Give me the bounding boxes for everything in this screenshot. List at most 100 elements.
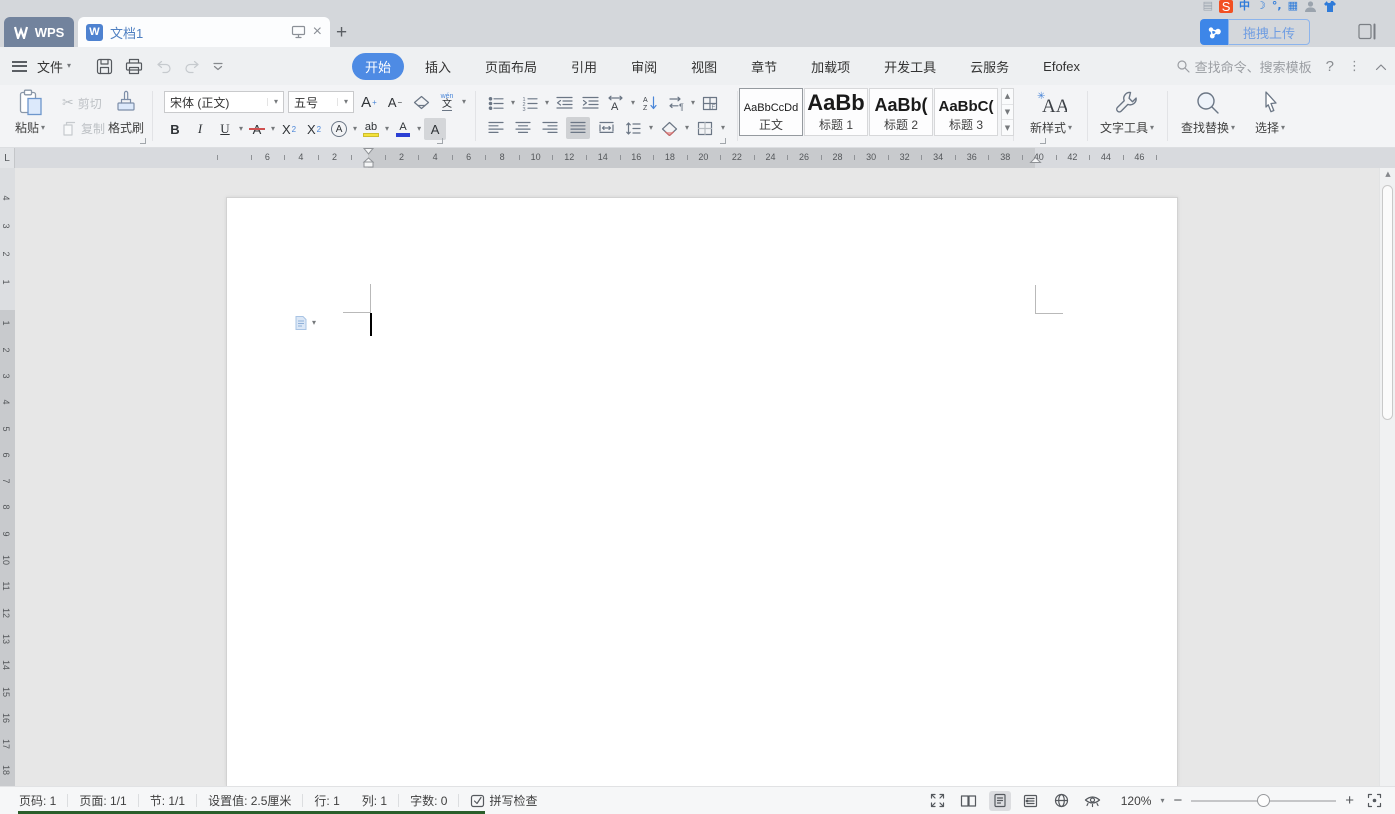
zoom-slider[interactable] xyxy=(1191,800,1336,802)
ink-icon[interactable]: ▤ xyxy=(1203,0,1213,13)
close-tab-icon[interactable]: × xyxy=(313,23,322,41)
punctuation-icon[interactable]: °, xyxy=(1272,0,1282,13)
strikethrough-button[interactable]: A xyxy=(246,118,268,140)
bold-button[interactable]: B xyxy=(164,118,186,140)
shading-dropdown[interactable]: ▾ xyxy=(685,124,689,132)
text-effects-button[interactable]: A xyxy=(328,118,350,140)
line-spacing-dropdown[interactable]: ▾ xyxy=(649,124,653,132)
web-view-icon[interactable] xyxy=(1051,791,1073,811)
shading-button[interactable] xyxy=(658,117,680,139)
vertical-ruler[interactable]: 432112345678910111213141516171819 xyxy=(0,168,15,786)
window-layout-icon[interactable] xyxy=(1357,22,1377,44)
zoom-out-button[interactable]: − xyxy=(1173,792,1182,809)
paragraph-dialog-launcher[interactable] xyxy=(720,138,726,144)
help-button[interactable]: ? xyxy=(1326,58,1334,75)
menu-tab-引用[interactable]: 引用 xyxy=(558,53,610,80)
screen-share-icon[interactable] xyxy=(291,25,306,39)
distribute-button[interactable] xyxy=(595,117,617,139)
bullets-dropdown[interactable]: ▾ xyxy=(511,99,515,107)
align-right-button[interactable] xyxy=(539,117,561,139)
numbering-dropdown[interactable]: ▾ xyxy=(545,99,549,107)
font-color-dropdown[interactable]: ▾ xyxy=(417,125,421,133)
italic-button[interactable]: I xyxy=(189,118,211,140)
style-scroll-down-icon[interactable]: ▼ xyxy=(1002,105,1013,121)
zoom-dropdown[interactable]: ▾ xyxy=(1160,797,1164,805)
borders-dropdown[interactable]: ▾ xyxy=(721,124,725,132)
align-left-button[interactable] xyxy=(485,117,507,139)
page-view-icon[interactable] xyxy=(989,791,1011,811)
cut-button[interactable]: ✂ 剪切 xyxy=(60,93,104,113)
style-scroll-up-icon[interactable]: ▲ xyxy=(1002,89,1013,105)
format-painter-button[interactable]: 格式刷 xyxy=(104,89,148,136)
spellcheck-button[interactable]: 拼写检查 xyxy=(459,792,548,809)
line-spacing-button[interactable] xyxy=(622,117,644,139)
first-line-indent-marker[interactable] xyxy=(360,148,377,168)
customize-toolbar-icon[interactable] xyxy=(212,61,224,71)
char-scale-button[interactable]: A xyxy=(605,92,627,114)
status-item[interactable]: 列: 1 xyxy=(351,792,398,809)
numbering-button[interactable]: 123 xyxy=(519,92,541,114)
tab-stop-selector[interactable]: L xyxy=(0,148,15,168)
print-button[interactable] xyxy=(124,57,144,76)
menu-tab-审阅[interactable]: 审阅 xyxy=(618,53,670,80)
status-item[interactable]: 页面: 1/1 xyxy=(68,792,137,809)
superscript-button[interactable]: X2 xyxy=(278,118,300,140)
shrink-font-button[interactable]: A− xyxy=(384,91,406,113)
char-scale-dropdown[interactable]: ▾ xyxy=(631,99,635,107)
select-button[interactable]: 选择▾ xyxy=(1247,90,1293,136)
style-gallery-more-icon[interactable]: ▼ xyxy=(1002,120,1013,135)
soft-keyboard-icon[interactable]: ▦ xyxy=(1288,0,1298,13)
more-options-icon[interactable]: ⋮ xyxy=(1348,59,1361,74)
eye-protection-icon[interactable] xyxy=(1082,791,1104,811)
pinyin-dropdown[interactable]: ▾ xyxy=(462,98,466,106)
menu-tab-开发工具[interactable]: 开发工具 xyxy=(871,53,949,80)
menu-tab-Efofex[interactable]: Efofex xyxy=(1030,55,1093,78)
command-search[interactable]: 查找命令、搜索模板 xyxy=(1176,57,1312,76)
paste-button[interactable]: 粘贴▾ xyxy=(8,89,52,136)
style-标题 2[interactable]: AaBb(标题 2 xyxy=(869,88,933,136)
justify-button[interactable] xyxy=(566,117,590,139)
menu-tab-视图[interactable]: 视图 xyxy=(678,53,730,80)
file-menu[interactable]: 文件▾ xyxy=(37,57,71,76)
wps-home-tab[interactable]: WPS xyxy=(4,17,74,47)
save-button[interactable] xyxy=(95,57,114,76)
sogou-icon[interactable]: S xyxy=(1219,0,1233,13)
clipboard-dialog-launcher[interactable] xyxy=(140,138,146,144)
input-assist-button[interactable]: ▾ xyxy=(293,315,316,331)
account-icon[interactable] xyxy=(1304,0,1317,13)
menu-tab-开始[interactable]: 开始 xyxy=(352,53,404,80)
grid-settings-button[interactable]: F xyxy=(699,92,721,114)
new-style-button[interactable]: AA✳ 新样式▾ xyxy=(1015,90,1087,136)
fit-page-icon[interactable] xyxy=(1363,791,1385,811)
align-center-button[interactable] xyxy=(512,117,534,139)
zoom-level[interactable]: 120% xyxy=(1121,794,1152,808)
input-assist-dropdown[interactable]: ▾ xyxy=(312,319,316,327)
underline-button[interactable]: U xyxy=(214,118,236,140)
main-menu-icon[interactable] xyxy=(12,58,27,74)
sort-button[interactable]: AZ xyxy=(639,92,661,114)
menu-tab-章节[interactable]: 章节 xyxy=(738,53,790,80)
text-tool-button[interactable]: 文字工具▾ xyxy=(1087,90,1167,136)
right-indent-marker[interactable] xyxy=(1027,157,1044,168)
bullets-button[interactable] xyxy=(485,92,507,114)
highlight-button[interactable]: ab xyxy=(360,118,382,140)
outline-view-icon[interactable] xyxy=(1020,791,1042,811)
clear-format-button[interactable] xyxy=(410,91,432,113)
font-family-select[interactable]: 宋体 (正文)▾ xyxy=(164,91,284,113)
fullscreen-view-icon[interactable] xyxy=(927,791,949,811)
new-tab-button[interactable]: + xyxy=(336,22,347,44)
style-标题 3[interactable]: AaBbC(标题 3 xyxy=(934,88,998,136)
font-dialog-launcher[interactable] xyxy=(437,138,443,144)
zoom-in-button[interactable]: + xyxy=(1345,792,1354,809)
skin-icon[interactable] xyxy=(1323,0,1337,13)
document-page[interactable]: ▾ xyxy=(226,197,1178,786)
status-item[interactable]: 页码: 1 xyxy=(8,792,67,809)
redo-button[interactable] xyxy=(183,58,202,74)
find-replace-button[interactable]: 查找替换▾ xyxy=(1175,90,1241,136)
chinese-mode-icon[interactable]: 中 xyxy=(1239,0,1250,13)
show-marks-button[interactable]: ¶ xyxy=(665,92,687,114)
menu-tab-页面布局[interactable]: 页面布局 xyxy=(472,53,550,80)
collapse-ribbon-icon[interactable] xyxy=(1375,59,1387,74)
half-moon-icon[interactable]: ☽ xyxy=(1256,0,1266,13)
borders-button[interactable] xyxy=(694,117,716,139)
